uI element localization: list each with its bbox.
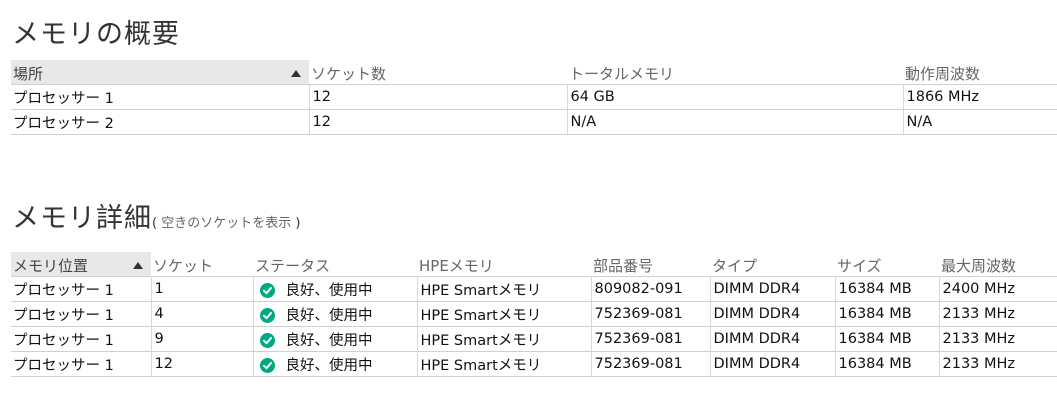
details-cell-memory-location: プロセッサー 1 [11, 351, 151, 377]
memory-details-title-text: メモリ詳細 [12, 203, 152, 234]
details-cell-memory-location: プロセッサー 1 [11, 301, 151, 327]
summary-col-socket-count[interactable]: ソケット数 [309, 60, 567, 85]
memory-summary-title: メモリの概要 [12, 19, 180, 50]
details-cell-hpe-memory: HPE Smartメモリ [416, 301, 591, 327]
table-row: プロセッサー 1 9 良好、使用中 HPE Smartメモリ 752369-08… [11, 326, 1057, 352]
details-cell-type: DIMM DDR4 [709, 301, 835, 327]
details-cell-max-frequency: 2133 MHz [938, 301, 1057, 327]
details-col-status[interactable]: ステータス [253, 252, 417, 277]
details-cell-type: DIMM DDR4 [709, 326, 835, 352]
details-cell-max-frequency: 2133 MHz [938, 326, 1057, 352]
summary-col-total-memory[interactable]: トータルメモリ [567, 60, 903, 85]
summary-cell-total-memory: 64 GB [566, 84, 903, 110]
details-cell-size: 16384 MB [834, 276, 939, 302]
details-cell-size: 16384 MB [834, 326, 939, 352]
details-cell-hpe-memory: HPE Smartメモリ [416, 326, 591, 352]
paren-close: ) [295, 216, 301, 231]
details-col-memory-location[interactable]: メモリ位置 [11, 252, 151, 277]
summary-cell-location: プロセッサー 2 [11, 109, 309, 135]
summary-cell-frequency: 1866 MHz [902, 84, 1057, 110]
summary-col-location[interactable]: 場所 [11, 60, 309, 85]
details-col-part-number[interactable]: 部品番号 [591, 252, 710, 277]
details-header-row: メモリ位置 ソケット ステータス HPEメモリ 部品番号 タイプ サイズ 最大周… [11, 252, 1057, 277]
status-label: 良好、使用中 [285, 307, 373, 324]
memory-details-table: メモリ位置 ソケット ステータス HPEメモリ 部品番号 タイプ サイズ 最大周… [11, 252, 1057, 377]
details-col-socket[interactable]: ソケット [151, 252, 253, 277]
details-cell-hpe-memory: HPE Smartメモリ [416, 351, 591, 377]
summary-cell-socket-count: 12 [308, 84, 567, 110]
summary-cell-total-memory: N/A [566, 109, 903, 135]
details-cell-socket: 1 [150, 276, 253, 302]
details-cell-size: 16384 MB [834, 351, 939, 377]
show-empty-sockets-link[interactable]: 空きのソケットを表示 [157, 216, 295, 231]
details-cell-hpe-memory: HPE Smartメモリ [416, 276, 591, 302]
details-cell-status: 良好、使用中 [252, 276, 417, 302]
status-label: 良好、使用中 [285, 332, 373, 349]
details-cell-memory-location: プロセッサー 1 [11, 326, 151, 352]
details-cell-part-number: 752369-081 [590, 351, 710, 377]
details-col-label: メモリ位置 [13, 257, 89, 275]
details-cell-socket: 12 [150, 351, 253, 377]
details-col-size[interactable]: サイズ [835, 252, 939, 277]
details-col-type[interactable]: タイプ [710, 252, 835, 277]
memory-details-title: メモリ詳細( 空きのソケットを表示 ) [12, 196, 300, 235]
details-cell-status: 良好、使用中 [252, 351, 417, 377]
summary-cell-frequency: N/A [902, 109, 1057, 135]
details-cell-socket: 9 [150, 326, 253, 352]
details-cell-socket: 4 [150, 301, 253, 327]
summary-col-frequency[interactable]: 動作周波数 [903, 60, 1057, 85]
sort-ascending-icon [291, 70, 301, 77]
summary-header-row: 場所 ソケット数 トータルメモリ 動作周波数 [11, 60, 1057, 85]
table-row: プロセッサー 1 12 64 GB 1866 MHz [11, 84, 1057, 110]
details-cell-status: 良好、使用中 [252, 301, 417, 327]
summary-cell-location: プロセッサー 1 [11, 84, 309, 110]
table-row: プロセッサー 1 12 良好、使用中 HPE Smartメモリ 752369-0… [11, 351, 1057, 377]
check-circle-icon [259, 332, 275, 348]
show-empty-sockets-toggle: ( 空きのソケットを表示 ) [152, 216, 300, 231]
details-cell-memory-location: プロセッサー 1 [11, 276, 151, 302]
status-label: 良好、使用中 [285, 282, 373, 299]
memory-summary-table: 場所 ソケット数 トータルメモリ 動作周波数 プロセッサー 1 12 64 GB… [11, 60, 1057, 135]
details-cell-type: DIMM DDR4 [709, 276, 835, 302]
table-row: プロセッサー 2 12 N/A N/A [11, 109, 1057, 135]
status-label: 良好、使用中 [285, 357, 373, 374]
sort-ascending-icon [133, 262, 143, 269]
check-circle-icon [259, 357, 275, 373]
details-cell-max-frequency: 2400 MHz [938, 276, 1057, 302]
details-col-hpe-memory[interactable]: HPEメモリ [417, 252, 591, 277]
details-cell-size: 16384 MB [834, 301, 939, 327]
table-row: プロセッサー 1 4 良好、使用中 HPE Smartメモリ 752369-08… [11, 301, 1057, 327]
details-col-max-frequency[interactable]: 最大周波数 [939, 252, 1057, 277]
details-cell-max-frequency: 2133 MHz [938, 351, 1057, 377]
summary-col-label: 場所 [13, 65, 44, 83]
summary-cell-socket-count: 12 [308, 109, 567, 135]
details-cell-part-number: 809082-091 [590, 276, 710, 302]
details-cell-part-number: 752369-081 [590, 301, 710, 327]
details-cell-part-number: 752369-081 [590, 326, 710, 352]
details-cell-type: DIMM DDR4 [709, 351, 835, 377]
details-cell-status: 良好、使用中 [252, 326, 417, 352]
table-row: プロセッサー 1 1 良好、使用中 HPE Smartメモリ 809082-09… [11, 276, 1057, 302]
check-circle-icon [259, 307, 275, 323]
check-circle-icon [259, 282, 275, 298]
